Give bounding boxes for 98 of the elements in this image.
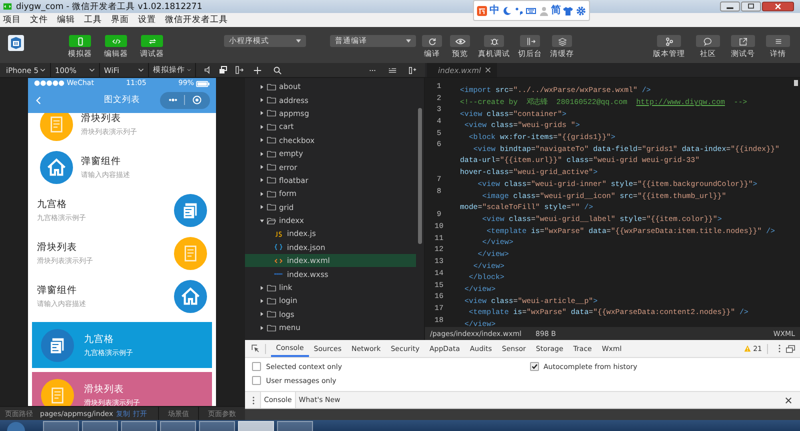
menu-item[interactable]: 编辑 — [57, 14, 75, 26]
menu-item[interactable]: 微信开发者工具 — [165, 14, 228, 26]
add-icon[interactable] — [253, 66, 262, 74]
scrollbar[interactable] — [418, 108, 422, 244]
list-icon[interactable] — [388, 66, 397, 74]
ime-button[interactable]: 中 — [489, 6, 500, 16]
script-file-icon — [274, 230, 283, 238]
exit-icon[interactable] — [234, 65, 244, 75]
chat-icon — [702, 36, 714, 46]
disclosure-icon — [260, 178, 264, 182]
scrollbar[interactable] — [794, 80, 798, 86]
disclosure-icon — [260, 111, 264, 116]
undock-icon[interactable] — [786, 344, 795, 352]
switch-icon — [524, 36, 536, 46]
item-title: 滑块列表 — [37, 241, 78, 254]
checkbox[interactable] — [252, 376, 261, 385]
disclosure-icon — [260, 312, 264, 316]
taskbar-button[interactable] — [199, 421, 235, 431]
minimize-button[interactable] — [720, 1, 740, 12]
close-button[interactable] — [762, 1, 794, 12]
taskbar-button[interactable] — [121, 421, 157, 431]
disclosure-icon — [260, 286, 264, 290]
checkbox[interactable] — [252, 362, 261, 371]
item-title: 弹窗组件 — [37, 284, 78, 297]
chevron-icon — [40, 68, 46, 72]
disclosure-icon — [260, 84, 264, 89]
punctuation-icon[interactable] — [514, 6, 524, 16]
collapse-icon[interactable] — [408, 66, 417, 74]
restore-button[interactable] — [741, 1, 761, 12]
settings-icon[interactable] — [576, 6, 586, 16]
bug-icon — [488, 36, 500, 46]
back-icon[interactable] — [36, 96, 41, 104]
disclosure-icon — [260, 192, 264, 196]
start-button[interactable] — [6, 420, 26, 431]
disclosure-icon — [260, 138, 264, 142]
disclosure-icon — [260, 98, 264, 102]
disclosure-icon — [260, 218, 264, 223]
branch-icon — [664, 36, 674, 46]
chevron-icon — [187, 68, 191, 72]
item-title: 滑块列表 — [81, 113, 122, 125]
capsule-button[interactable] — [160, 92, 210, 108]
keyboard-icon[interactable] — [526, 6, 536, 16]
braces-icon — [274, 243, 283, 252]
taskbar-button[interactable] — [82, 421, 118, 431]
layers-icon — [556, 36, 568, 46]
menu-item[interactable]: 工具 — [84, 14, 102, 26]
moon-icon[interactable] — [502, 6, 512, 16]
item-title: 弹窗组件 — [81, 155, 122, 168]
close-icon[interactable] — [785, 396, 792, 404]
taskbar-button[interactable] — [160, 421, 196, 431]
inspect-icon[interactable] — [251, 344, 260, 353]
code-editor[interactable] — [425, 78, 800, 327]
battery-icon — [196, 80, 210, 86]
taskbar-button[interactable] — [277, 421, 313, 431]
shirt-icon[interactable] — [563, 6, 574, 16]
code-icon — [112, 36, 120, 46]
menu-item[interactable]: 项目 — [3, 14, 21, 26]
warning-icon — [744, 345, 752, 352]
menu-item[interactable]: 界面 — [111, 14, 129, 26]
ime-button[interactable]: 简 — [551, 6, 562, 16]
menu-item[interactable]: 文件 — [30, 14, 48, 26]
menu-item[interactable]: 设置 — [138, 14, 156, 26]
disclosure-icon — [260, 298, 264, 303]
item-title: 滑块列表 — [84, 382, 125, 396]
windows-icon[interactable] — [218, 65, 228, 75]
speaker-icon[interactable] — [202, 65, 212, 75]
disclosure-icon — [260, 326, 264, 330]
newspaper-icon — [41, 328, 74, 362]
swap-icon — [148, 36, 156, 46]
target-icon[interactable] — [192, 95, 202, 105]
app-logo-icon — [8, 35, 24, 51]
folder-icon — [267, 216, 276, 225]
refresh-icon — [426, 36, 438, 46]
disclosure-icon — [260, 124, 264, 129]
disclosure-icon — [260, 205, 264, 210]
item-title: 九宫格 — [84, 332, 115, 346]
more-icon[interactable] — [778, 344, 781, 353]
close-icon[interactable] — [485, 67, 491, 73]
checkbox[interactable] — [530, 362, 538, 371]
search-icon[interactable] — [273, 66, 282, 74]
ime-logo-icon[interactable] — [477, 6, 488, 16]
markup-file-icon — [274, 256, 283, 265]
chevron-icon — [89, 68, 95, 72]
item-title: 九宫格 — [37, 198, 68, 211]
caret-icon — [406, 39, 411, 43]
window-title: diygw_com - 微信开发者工具 v1.02.1812271 — [16, 0, 202, 12]
share-icon — [738, 36, 748, 46]
eye-icon — [454, 36, 466, 46]
more-icon[interactable] — [252, 396, 255, 404]
phone-icon — [76, 36, 84, 46]
caret-icon — [296, 39, 301, 43]
disclosure-icon — [260, 152, 264, 156]
app-icon — [3, 2, 12, 11]
chevron-icon — [138, 68, 144, 72]
disclosure-icon — [260, 165, 264, 170]
document-icon — [41, 378, 74, 406]
page-title: 图文列表 — [103, 94, 141, 106]
taskbar-button[interactable] — [43, 421, 79, 431]
